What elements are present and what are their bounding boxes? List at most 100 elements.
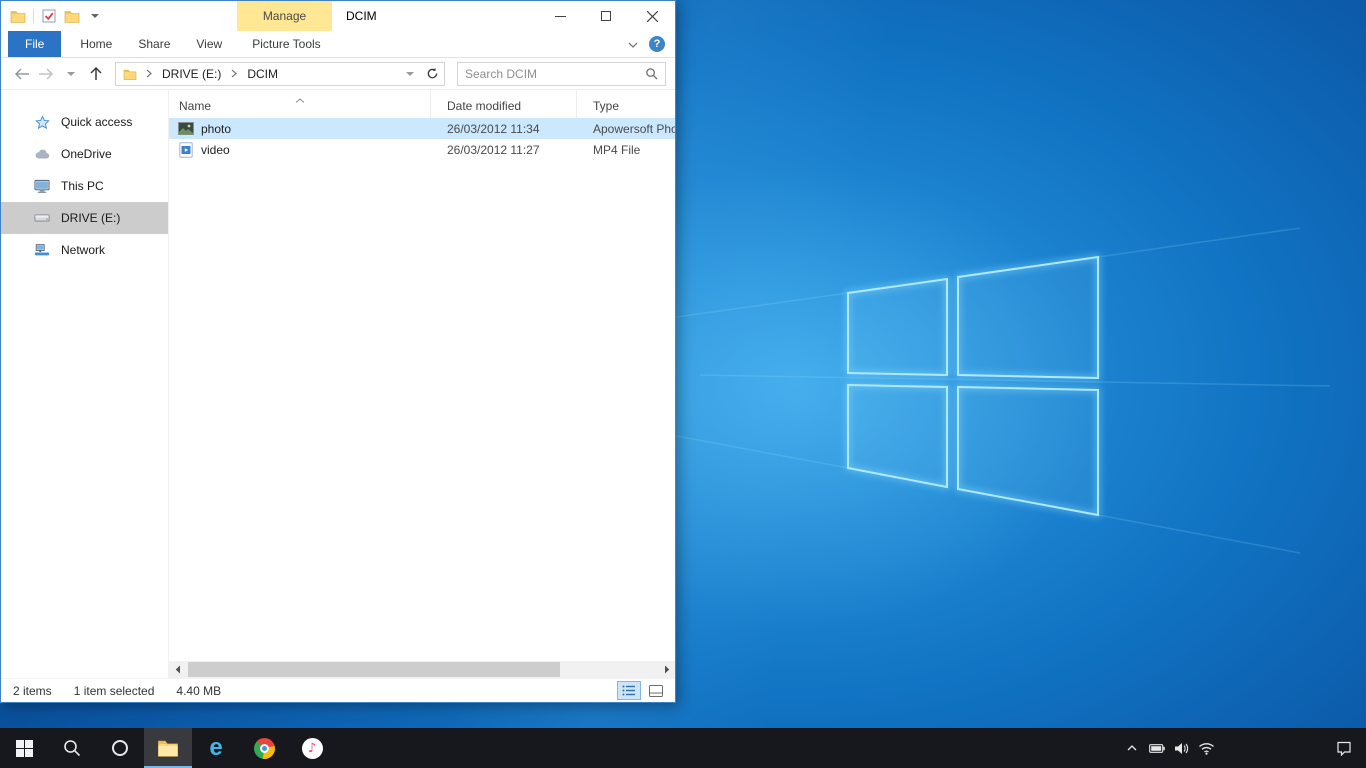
chrome-button[interactable] bbox=[240, 728, 288, 768]
location-folder-icon bbox=[122, 66, 138, 82]
file-rows: photo 26/03/2012 11:34 Apowersoft Pho vi… bbox=[169, 118, 675, 661]
taskbar-file-explorer-button[interactable] bbox=[144, 728, 192, 768]
tab-share[interactable]: Share bbox=[125, 31, 183, 57]
internet-explorer-button[interactable]: e bbox=[192, 728, 240, 768]
itunes-button[interactable]: ♪ bbox=[288, 728, 336, 768]
hidden-icons-chevron-icon[interactable] bbox=[1119, 728, 1144, 768]
up-button[interactable] bbox=[85, 63, 107, 85]
computer-icon bbox=[34, 178, 50, 194]
tab-picture-tools[interactable]: Picture Tools bbox=[239, 31, 333, 57]
video-file-icon bbox=[178, 142, 194, 158]
column-header-type[interactable]: Type bbox=[577, 90, 675, 118]
recent-locations-button[interactable] bbox=[60, 63, 82, 85]
taskbar: e ♪ bbox=[0, 728, 1366, 768]
column-header-label: Name bbox=[179, 99, 211, 113]
status-bar: 2 items 1 item selected 4.40 MB bbox=[1, 678, 675, 702]
address-box[interactable]: DRIVE (E:) DCIM bbox=[115, 62, 445, 86]
scroll-right-arrow-icon[interactable] bbox=[658, 661, 675, 678]
sidebar-item-label: This PC bbox=[61, 179, 104, 193]
file-name: photo bbox=[201, 122, 231, 136]
toolbar-separator bbox=[33, 9, 34, 23]
forward-button[interactable] bbox=[35, 63, 57, 85]
file-date-modified: 26/03/2012 11:34 bbox=[431, 122, 577, 136]
address-dropdown-button[interactable] bbox=[400, 63, 420, 85]
taskbar-search-button[interactable] bbox=[48, 728, 96, 768]
scroll-left-arrow-icon[interactable] bbox=[169, 661, 186, 678]
chrome-icon bbox=[254, 738, 275, 759]
tab-home[interactable]: Home bbox=[67, 31, 125, 57]
sidebar-item-drive-e[interactable]: DRIVE (E:) bbox=[1, 202, 168, 234]
scrollbar-track[interactable] bbox=[186, 661, 658, 678]
maximize-icon bbox=[601, 11, 611, 21]
speaker-icon[interactable] bbox=[1169, 728, 1194, 768]
sidebar-item-network[interactable]: Network bbox=[1, 234, 168, 266]
minimize-icon bbox=[555, 11, 566, 22]
search-box[interactable] bbox=[457, 62, 666, 86]
horizontal-scrollbar[interactable] bbox=[169, 661, 675, 678]
search-icon[interactable] bbox=[645, 67, 658, 80]
file-row-photo[interactable]: photo 26/03/2012 11:34 Apowersoft Pho bbox=[169, 118, 675, 139]
file-row-video[interactable]: video 26/03/2012 11:27 MP4 File bbox=[169, 139, 675, 160]
column-headers: Name Date modified Type bbox=[169, 90, 675, 118]
chevron-down-icon bbox=[406, 72, 414, 76]
column-header-name[interactable]: Name bbox=[169, 90, 431, 118]
maximize-button[interactable] bbox=[583, 1, 629, 31]
cortana-button[interactable] bbox=[96, 728, 144, 768]
ie-icon: e bbox=[209, 736, 222, 760]
large-icons-view-button[interactable] bbox=[644, 681, 668, 700]
column-header-label: Type bbox=[593, 99, 619, 113]
sidebar-item-quick-access[interactable]: Quick access bbox=[1, 106, 168, 138]
drive-icon bbox=[34, 210, 50, 226]
item-count: 2 items bbox=[13, 684, 74, 698]
close-button[interactable] bbox=[629, 1, 675, 31]
itunes-icon: ♪ bbox=[302, 738, 323, 759]
desktop: Manage DCIM File Home Share View Pictu bbox=[0, 0, 1366, 768]
expand-ribbon-chevron-icon[interactable] bbox=[628, 35, 638, 53]
sort-ascending-icon bbox=[295, 92, 305, 106]
quick-access-toolbar bbox=[1, 8, 103, 24]
sidebar-item-onedrive[interactable]: OneDrive bbox=[1, 138, 168, 170]
wifi-icon[interactable] bbox=[1194, 728, 1219, 768]
help-icon[interactable]: ? bbox=[649, 36, 665, 52]
tab-view[interactable]: View bbox=[183, 31, 235, 57]
breadcrumb-dcim[interactable]: DCIM bbox=[245, 67, 280, 81]
action-center-icon[interactable] bbox=[1331, 728, 1356, 768]
scrollbar-thumb[interactable] bbox=[188, 662, 560, 677]
customize-toolbar-chevron-icon[interactable] bbox=[87, 8, 103, 24]
breadcrumb-chevron-icon bbox=[143, 69, 155, 78]
picture-tools-manage-header: Manage bbox=[237, 1, 332, 31]
details-view-button[interactable] bbox=[617, 681, 641, 700]
manage-label: Manage bbox=[263, 9, 306, 23]
tab-file[interactable]: File bbox=[8, 31, 61, 57]
windows-logo-icon bbox=[16, 740, 33, 757]
column-header-date-modified[interactable]: Date modified bbox=[431, 90, 577, 118]
search-icon bbox=[63, 739, 81, 757]
system-tray bbox=[1119, 728, 1366, 768]
new-folder-icon[interactable] bbox=[64, 8, 80, 24]
sidebar-item-label: Quick access bbox=[61, 115, 132, 129]
file-list-area: Name Date modified Type bbox=[169, 90, 675, 678]
close-icon bbox=[647, 11, 658, 22]
refresh-button[interactable] bbox=[420, 63, 444, 85]
battery-icon[interactable] bbox=[1144, 728, 1169, 768]
back-arrow-icon bbox=[13, 67, 30, 81]
window-title: DCIM bbox=[346, 1, 377, 31]
minimize-button[interactable] bbox=[537, 1, 583, 31]
properties-check-icon[interactable] bbox=[41, 8, 57, 24]
ribbon-right-controls: ? bbox=[628, 31, 675, 57]
back-button[interactable] bbox=[10, 63, 32, 85]
cortana-icon bbox=[112, 740, 128, 756]
breadcrumb-chevron-icon bbox=[228, 69, 240, 78]
folder-icon[interactable] bbox=[10, 8, 26, 24]
start-button[interactable] bbox=[0, 728, 48, 768]
sidebar-item-this-pc[interactable]: This PC bbox=[1, 170, 168, 202]
column-header-label: Date modified bbox=[447, 99, 521, 113]
search-input[interactable] bbox=[465, 67, 645, 81]
address-bar-row: DRIVE (E:) DCIM bbox=[1, 58, 675, 90]
title-bar[interactable]: Manage DCIM bbox=[1, 1, 675, 31]
star-icon bbox=[34, 114, 50, 130]
large-icons-view-icon bbox=[649, 685, 663, 697]
breadcrumb-drive[interactable]: DRIVE (E:) bbox=[160, 67, 223, 81]
ribbon-tab-bar: File Home Share View Picture Tools ? bbox=[1, 31, 675, 58]
caption-buttons bbox=[537, 1, 675, 31]
